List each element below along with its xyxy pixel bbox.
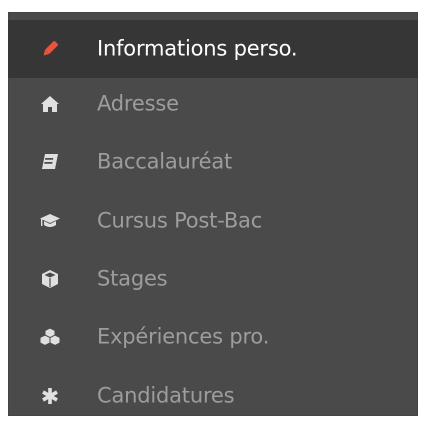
menu-item-adresse[interactable]: Adresse [8, 75, 418, 133]
menu-item-informations-perso[interactable]: Informations perso. [8, 20, 418, 78]
menu-item-label: Adresse [97, 91, 179, 116]
menu-item-label: Baccalauréat [97, 149, 233, 174]
graduation-cap-icon [39, 210, 61, 232]
book-icon [39, 151, 61, 173]
menu-item-experiences-pro[interactable]: Expériences pro. [8, 308, 418, 366]
menu-item-label: Expériences pro. [97, 324, 270, 349]
cubes-icon [39, 326, 61, 348]
menu-item-cursus-post-bac[interactable]: Cursus Post-Bac [8, 192, 418, 250]
menu-item-stages[interactable]: Stages [8, 250, 418, 308]
pencil-icon [39, 38, 61, 60]
asterisk-icon [39, 385, 61, 407]
menu-item-label: Cursus Post-Bac [97, 208, 263, 233]
menu-item-label: Informations perso. [97, 36, 298, 61]
menu-item-candidatures[interactable]: Candidatures [8, 367, 418, 425]
menu-item-baccalaureat[interactable]: Baccalauréat [8, 133, 418, 191]
home-icon [39, 93, 61, 115]
cube-icon [39, 268, 61, 290]
profile-sidebar-menu: Informations perso. Adresse Baccalauréat [8, 12, 418, 416]
menu-item-label: Stages [97, 266, 168, 291]
menu-item-label: Candidatures [97, 383, 235, 408]
